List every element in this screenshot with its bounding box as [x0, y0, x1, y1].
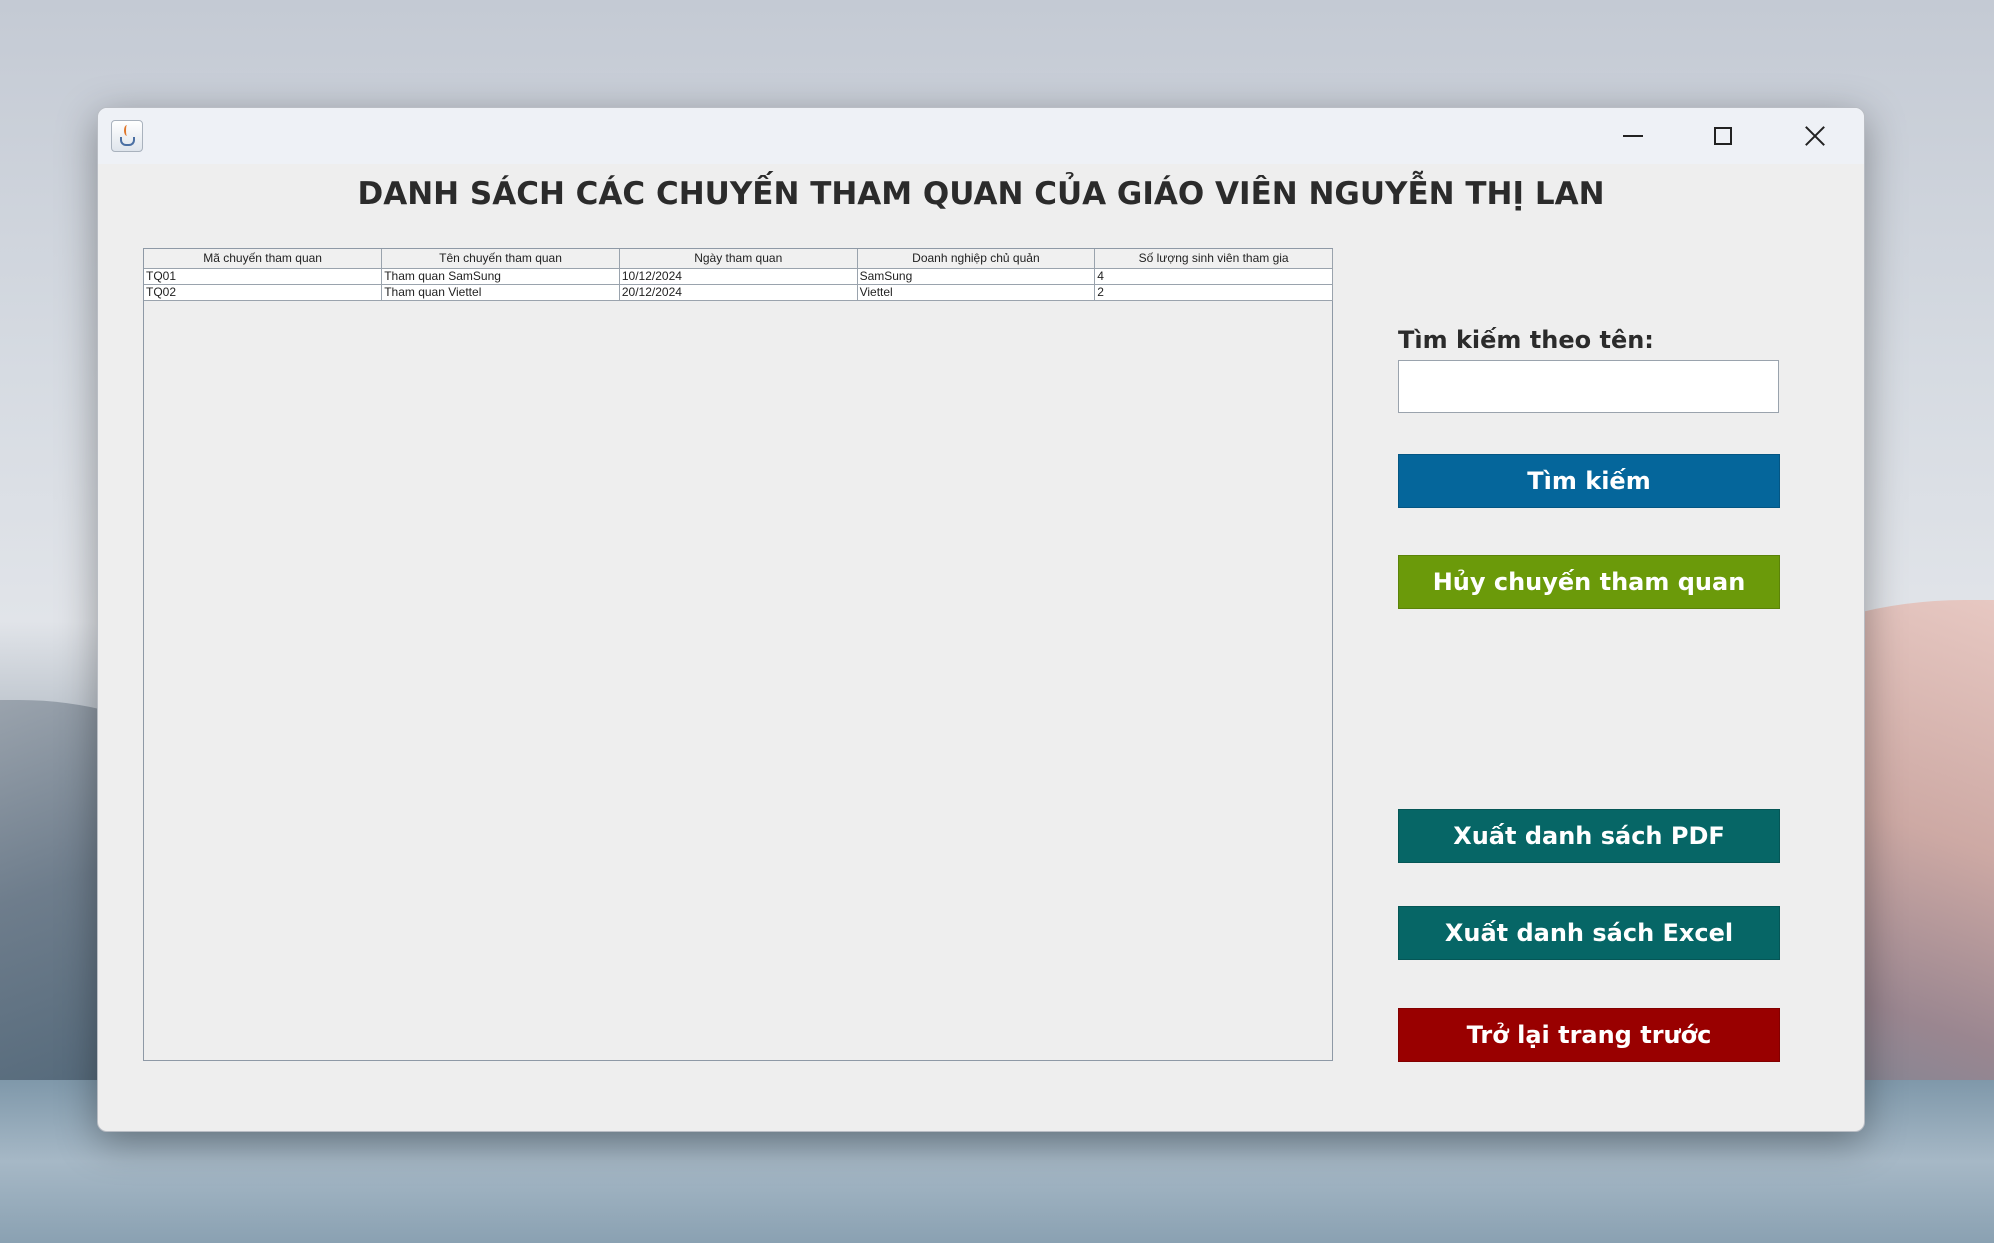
- export-pdf-button[interactable]: Xuất danh sách PDF: [1398, 809, 1780, 863]
- close-icon: [1804, 125, 1826, 147]
- maximize-button[interactable]: [1678, 108, 1768, 164]
- column-header-trip-date[interactable]: Ngày tham quan: [619, 249, 858, 269]
- search-input[interactable]: [1398, 360, 1779, 413]
- minimize-button[interactable]: [1588, 108, 1678, 164]
- title-bar: [98, 108, 1864, 164]
- back-button[interactable]: Trở lại trang trước: [1398, 1008, 1780, 1062]
- trips-table-panel[interactable]: Mã chuyến tham quan Tên chuyến tham quan…: [143, 248, 1333, 1061]
- table-cell[interactable]: TQ02: [144, 284, 383, 301]
- table-cell[interactable]: Tham quan SamSung: [381, 268, 620, 285]
- table-cell[interactable]: 2: [1094, 284, 1333, 301]
- trips-table[interactable]: Mã chuyến tham quan Tên chuyến tham quan…: [144, 249, 1333, 301]
- table-row[interactable]: TQ01 Tham quan SamSung 10/12/2024 SamSun…: [144, 268, 1333, 285]
- table-cell[interactable]: Viettel: [857, 284, 1096, 301]
- export-excel-button[interactable]: Xuất danh sách Excel: [1398, 906, 1780, 960]
- table-cell[interactable]: TQ01: [144, 268, 383, 285]
- search-button[interactable]: Tìm kiếm: [1398, 454, 1780, 508]
- cancel-trip-button[interactable]: Hủy chuyến tham quan: [1398, 555, 1780, 609]
- table-row[interactable]: TQ02 Tham quan Viettel 20/12/2024 Viette…: [144, 284, 1333, 301]
- java-icon[interactable]: [111, 120, 143, 152]
- close-button[interactable]: [1770, 108, 1860, 164]
- column-header-trip-name[interactable]: Tên chuyến tham quan: [381, 249, 620, 269]
- column-header-student-count[interactable]: Số lượng sinh viên tham gia: [1094, 249, 1333, 269]
- search-label: Tìm kiếm theo tên:: [1398, 326, 1654, 354]
- maximize-icon: [1714, 127, 1732, 145]
- column-header-company[interactable]: Doanh nghiệp chủ quản: [857, 249, 1096, 269]
- column-header-trip-id[interactable]: Mã chuyến tham quan: [144, 249, 383, 269]
- table-header-row: Mã chuyến tham quan Tên chuyến tham quan…: [144, 249, 1333, 269]
- table-cell[interactable]: Tham quan Viettel: [381, 284, 620, 301]
- table-cell[interactable]: SamSung: [857, 268, 1096, 285]
- minimize-icon: [1623, 135, 1643, 137]
- table-cell[interactable]: 4: [1094, 268, 1333, 285]
- table-cell[interactable]: 10/12/2024: [619, 268, 858, 285]
- table-cell[interactable]: 20/12/2024: [619, 284, 858, 301]
- app-window: DANH SÁCH CÁC CHUYẾN THAM QUAN CỦA GIÁO …: [97, 107, 1865, 1132]
- page-title: DANH SÁCH CÁC CHUYẾN THAM QUAN CỦA GIÁO …: [357, 176, 1605, 212]
